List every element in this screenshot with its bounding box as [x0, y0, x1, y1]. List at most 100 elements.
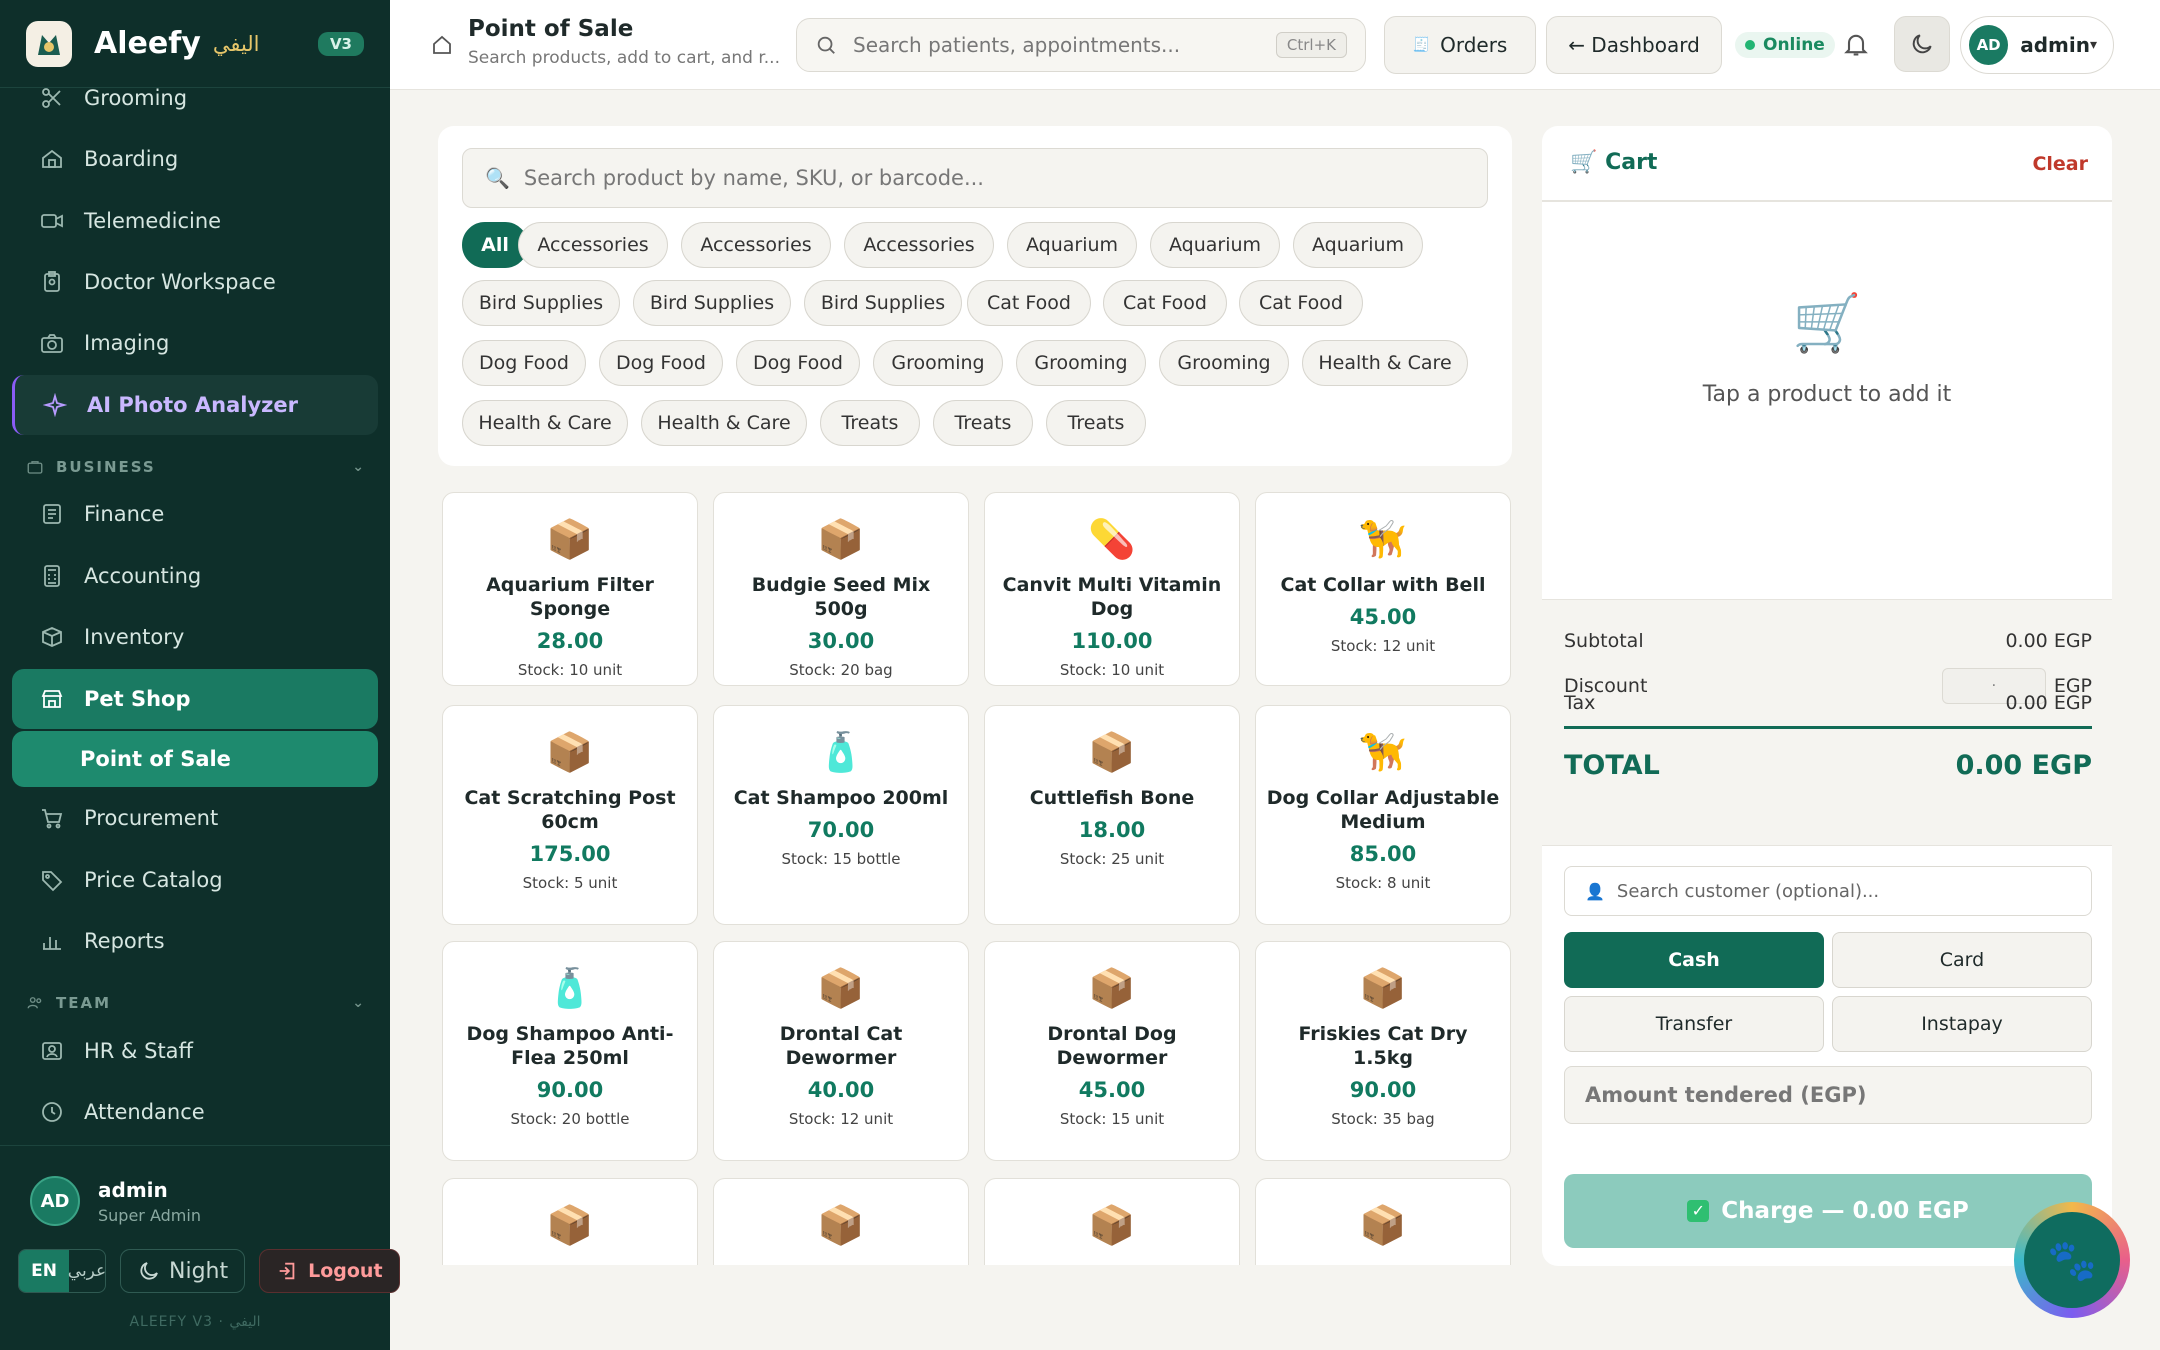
- product-card[interactable]: 🦮 Cat Collar with Bell 45.00 Stock: 12 unit: [1255, 492, 1511, 686]
- sidebar-item-attendance[interactable]: Attendance: [12, 1082, 378, 1142]
- cart-empty-state: 🛒 Tap a product to add it: [1542, 202, 2112, 600]
- sidebar-item-accounting[interactable]: Accounting: [12, 546, 378, 606]
- category-chip[interactable]: Aquarium: [1293, 222, 1423, 268]
- product-card[interactable]: 📦: [1255, 1178, 1511, 1265]
- product-card[interactable]: 🦮 Dog Collar Adjustable Medium 85.00 Stock:…: [1255, 705, 1511, 925]
- user-menu-button[interactable]: AD admin ▾: [1960, 16, 2114, 74]
- assistant-fab-button[interactable]: 🐾: [2014, 1202, 2130, 1318]
- product-card[interactable]: 📦: [984, 1178, 1240, 1265]
- sidebar-item-imaging[interactable]: Imaging: [12, 313, 378, 373]
- product-card[interactable]: 🧴 Cat Shampoo 200ml 70.00 Stock: 15 bottle: [713, 705, 969, 925]
- user-profile[interactable]: AD admin Super Admin: [30, 1176, 201, 1226]
- category-chip[interactable]: Treats: [933, 400, 1033, 446]
- product-search-input[interactable]: 🔍 Search product by name, SKU, or barcod…: [462, 148, 1488, 208]
- category-chip[interactable]: Grooming: [873, 340, 1003, 386]
- category-chip[interactable]: Dog Food: [736, 340, 860, 386]
- category-chip[interactable]: Bird Supplies: [462, 280, 620, 326]
- footer-note: ALEEFY V3 · اليفي: [129, 1314, 261, 1330]
- product-name: Cat Shampoo 200ml: [733, 787, 949, 809]
- category-chip[interactable]: Accessories: [681, 222, 831, 268]
- pay-instapay-button[interactable]: Instapay: [1832, 996, 2092, 1052]
- category-chip[interactable]: Treats: [820, 400, 920, 446]
- pay-card-button[interactable]: Card: [1832, 932, 2092, 988]
- sidebar-item-procurement[interactable]: Procurement: [12, 788, 378, 848]
- night-mode-button[interactable]: Night: [120, 1249, 246, 1293]
- dashboard-button[interactable]: ← Dashboard: [1546, 16, 1722, 74]
- product-card[interactable]: 📦 Drontal Dog Dewormer 45.00 Stock: 15 unit: [984, 941, 1240, 1161]
- category-chip[interactable]: Dog Food: [462, 340, 586, 386]
- pay-cash-button[interactable]: Cash: [1564, 932, 1824, 988]
- charge-button[interactable]: ✓ Charge — 0.00 EGP: [1564, 1174, 2092, 1248]
- clear-cart-button[interactable]: Clear: [2032, 153, 2088, 175]
- section-team[interactable]: TEAM ⌄: [26, 988, 366, 1018]
- product-card[interactable]: 💊 Canvit Multi Vitamin Dog 110.00 Stock: 10…: [984, 492, 1240, 686]
- customer-search-input[interactable]: 👤 Search customer (optional)...: [1564, 866, 2092, 916]
- sidebar-item-point-of-sale[interactable]: Point of Sale: [12, 731, 378, 787]
- global-search-input[interactable]: Search patients, appointments... Ctrl+K: [796, 18, 1366, 72]
- brand-logo[interactable]: [26, 20, 72, 67]
- sidebar-item-price-catalog[interactable]: Price Catalog: [12, 850, 378, 910]
- home-icon[interactable]: [430, 33, 454, 57]
- sidebar-item-grooming[interactable]: Grooming: [12, 68, 378, 128]
- product-card[interactable]: 📦 Cuttlefish Bone 18.00 Stock: 25 unit: [984, 705, 1240, 925]
- product-price: 40.00: [807, 1078, 875, 1102]
- chevron-down-icon[interactable]: ⌄: [352, 995, 366, 1011]
- bell-icon[interactable]: [1842, 30, 1870, 58]
- sidebar-item-telemedicine[interactable]: Telemedicine: [12, 191, 378, 251]
- category-chip[interactable]: Accessories: [518, 222, 668, 268]
- sidebar-item-inventory[interactable]: Inventory: [12, 607, 378, 667]
- sidebar-item-ai-photo-analyzer[interactable]: AI Photo Analyzer: [12, 375, 378, 435]
- version-badge: V3: [317, 31, 364, 56]
- shortcut-hint: Ctrl+K: [1275, 32, 1347, 58]
- product-name: Cat Collar with Bell: [1280, 574, 1486, 596]
- sidebar-item-doctor-workspace[interactable]: Doctor Workspace: [12, 252, 378, 312]
- category-chip[interactable]: Aquarium: [1150, 222, 1280, 268]
- category-chip[interactable]: Bird Supplies: [633, 280, 791, 326]
- product-price: 175.00: [529, 842, 611, 866]
- category-chip[interactable]: Cat Food: [967, 280, 1091, 326]
- category-chip[interactable]: Grooming: [1016, 340, 1146, 386]
- product-card[interactable]: 📦 Drontal Cat Dewormer 40.00 Stock: 12 unit: [713, 941, 969, 1161]
- product-card[interactable]: 🧴 Dog Shampoo Anti-Flea 250ml 90.00 Stock: …: [442, 941, 698, 1161]
- category-chip[interactable]: Health & Care: [462, 400, 628, 446]
- category-chip[interactable]: Accessories: [844, 222, 994, 268]
- product-card[interactable]: 📦: [442, 1178, 698, 1265]
- product-icon: 💊: [1088, 517, 1136, 561]
- sidebar-item-finance[interactable]: Finance: [12, 484, 378, 544]
- avatar: AD: [1969, 25, 2009, 65]
- camera-icon: [40, 331, 64, 355]
- product-card[interactable]: 📦: [713, 1178, 969, 1265]
- scissors-icon: [40, 86, 64, 110]
- sidebar-item-boarding[interactable]: Boarding: [12, 129, 378, 189]
- product-icon: 📦: [546, 517, 594, 561]
- category-chip[interactable]: Treats: [1046, 400, 1146, 446]
- sidebar-item-hr-staff[interactable]: HR & Staff: [12, 1021, 378, 1081]
- category-chip[interactable]: Bird Supplies: [804, 280, 962, 326]
- amount-tendered-placeholder: Amount tendered (EGP): [1585, 1083, 1867, 1107]
- moon-icon: [1912, 34, 1932, 54]
- product-card[interactable]: 📦 Cat Scratching Post 60cm 175.00 Stock: 5 …: [442, 705, 698, 925]
- category-chip[interactable]: Health & Care: [641, 400, 807, 446]
- lang-ar-button[interactable]: عربي: [68, 1250, 105, 1292]
- chevron-down-icon[interactable]: ⌄: [352, 459, 366, 475]
- category-chip[interactable]: Grooming: [1159, 340, 1289, 386]
- orders-button[interactable]: 🧾 Orders: [1384, 16, 1536, 74]
- product-card[interactable]: 📦 Budgie Seed Mix 500g 30.00 Stock: 20 bag: [713, 492, 969, 686]
- section-business[interactable]: BUSINESS ⌄: [26, 452, 366, 482]
- category-chip[interactable]: Cat Food: [1103, 280, 1227, 326]
- sidebar-item-pet-shop[interactable]: Pet Shop: [12, 669, 378, 729]
- bar-chart-icon: [40, 929, 64, 953]
- lang-en-button[interactable]: EN: [19, 1250, 69, 1292]
- logout-button[interactable]: Logout: [259, 1249, 400, 1293]
- category-chip[interactable]: Cat Food: [1239, 280, 1363, 326]
- category-chip[interactable]: Health & Care: [1302, 340, 1468, 386]
- amount-tendered-input[interactable]: Amount tendered (EGP): [1564, 1066, 2092, 1124]
- category-chip[interactable]: Aquarium: [1007, 222, 1137, 268]
- product-card[interactable]: 📦 Friskies Cat Dry 1.5kg 90.00 Stock: 35 ba…: [1255, 941, 1511, 1161]
- category-chip[interactable]: Dog Food: [599, 340, 723, 386]
- theme-toggle-button[interactable]: [1894, 16, 1950, 72]
- pay-transfer-button[interactable]: Transfer: [1564, 996, 1824, 1052]
- product-card[interactable]: 📦 Aquarium Filter Sponge 28.00 Stock: 10 un…: [442, 492, 698, 686]
- sidebar-item-reports[interactable]: Reports: [12, 911, 378, 971]
- product-name: Cat Scratching Post 60cm: [464, 787, 676, 833]
